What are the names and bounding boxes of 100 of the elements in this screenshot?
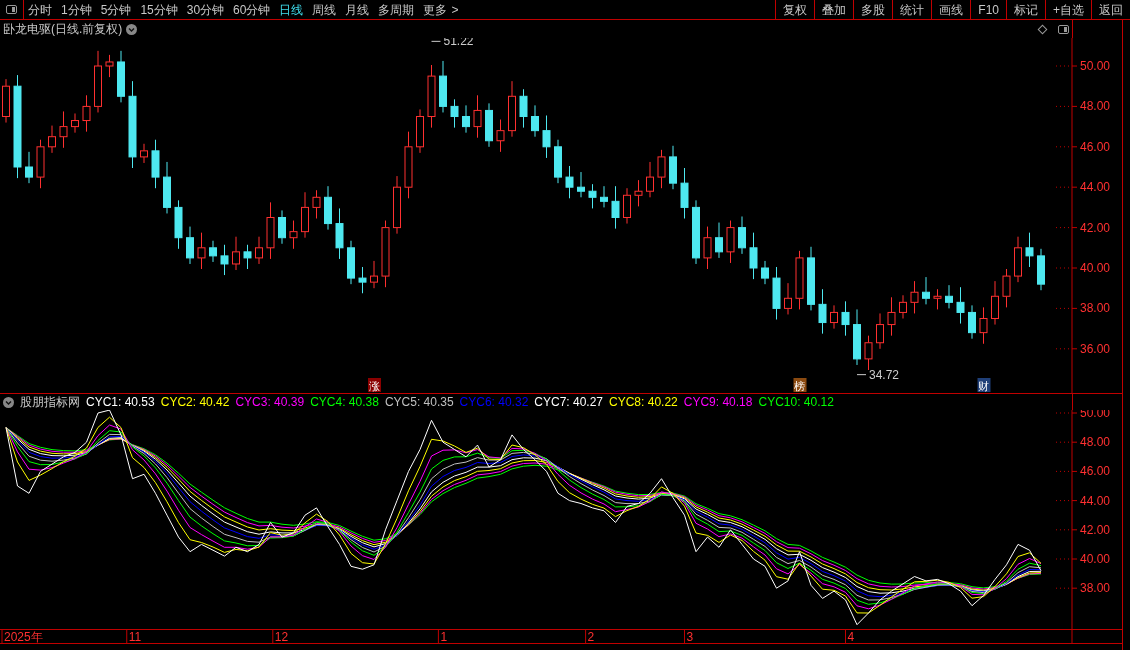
candlestick <box>381 220 390 288</box>
axis-label: 36.00 <box>1080 341 1111 356</box>
candlestick <box>427 64 436 129</box>
period-tab[interactable]: 日线 <box>279 0 304 19</box>
period-tab[interactable]: 1分钟 <box>61 0 92 19</box>
panel-toggle-icon[interactable] <box>1058 24 1069 34</box>
candlestick <box>301 191 309 239</box>
chart-title: 卧龙电驱(日线.前复权) <box>3 21 123 38</box>
axis-label: 2 <box>587 630 595 644</box>
period-tab[interactable]: 30分钟 <box>186 0 225 19</box>
period-tab[interactable]: 15分钟 <box>140 0 178 19</box>
candlestick <box>243 244 252 270</box>
candlestick <box>209 240 217 263</box>
axis-label: 42.00 <box>1080 220 1111 235</box>
candlestick <box>358 266 367 294</box>
candlestick <box>577 171 585 198</box>
candlestick <box>347 240 355 285</box>
candlestick <box>370 260 378 289</box>
toolbar-button[interactable]: 返回 <box>1091 0 1130 19</box>
candlestick <box>496 119 505 153</box>
period-tab[interactable]: 分时 <box>28 0 52 19</box>
candlestick <box>933 288 942 310</box>
candlestick <box>485 102 493 148</box>
period-tab[interactable]: 周线 <box>312 0 337 19</box>
candlestick <box>1025 232 1034 268</box>
candlestick <box>508 80 516 138</box>
candlestick <box>1037 248 1045 291</box>
toolbar-button[interactable]: F10 <box>970 0 1006 19</box>
axis-label: 50.00 <box>1080 59 1111 73</box>
candlestick <box>807 246 815 311</box>
candlestick <box>450 98 459 129</box>
toolbar-button[interactable]: 复权 <box>775 0 815 19</box>
legend-value: CYC1: 40.53 <box>86 394 155 411</box>
candlestick <box>25 151 33 184</box>
chevron-icon[interactable]: > <box>451 0 459 19</box>
toolbar-button[interactable]: 统计 <box>892 0 932 19</box>
period-tab[interactable]: 60分钟 <box>233 0 271 19</box>
candlestick <box>312 189 321 219</box>
candlestick <box>818 288 827 335</box>
axis-label: 44.00 <box>1080 493 1111 508</box>
toolbar-button[interactable]: +自选 <box>1045 0 1091 19</box>
candlestick <box>266 201 275 260</box>
axis-label: 1 <box>440 630 448 644</box>
candlestick <box>174 199 183 250</box>
candlestick <box>853 308 861 366</box>
axis-label: 4 <box>847 630 855 644</box>
event-marker[interactable]: 涨 <box>368 378 381 392</box>
candlestick <box>94 50 102 113</box>
leader-line <box>431 40 441 42</box>
legend-value: CYC3: 40.39 <box>235 394 305 411</box>
candlestick <box>634 179 643 207</box>
candlestick <box>991 280 999 326</box>
candlestick <box>749 232 758 280</box>
candlestick <box>220 244 229 276</box>
toolbar-button[interactable]: 多股 <box>853 0 893 19</box>
axis-label: 46.00 <box>1080 139 1111 154</box>
axis-label: 40.00 <box>1080 552 1111 566</box>
panel-toggle-icon[interactable] <box>6 5 17 14</box>
candlestick <box>623 187 631 225</box>
period-tab[interactable]: 月线 <box>345 0 370 19</box>
candlestick <box>335 207 344 260</box>
period-tab[interactable]: 更多 <box>423 0 448 19</box>
candlestick <box>439 60 447 113</box>
indicator-title: 股朋指标网 <box>20 394 80 411</box>
candlestick <box>140 143 148 164</box>
period-tab[interactable]: 5分钟 <box>100 0 132 19</box>
axis-label: 12 <box>274 630 289 644</box>
candlestick <box>289 220 298 250</box>
dropdown-icon[interactable] <box>3 396 14 408</box>
candlestick <box>542 115 551 159</box>
axis-label: 46.00 <box>1080 464 1111 479</box>
candlestick <box>565 165 574 199</box>
axis-label: 42.00 <box>1080 522 1111 537</box>
candlestick <box>876 312 884 350</box>
candlestick <box>830 304 838 330</box>
axis-label: 44.00 <box>1080 180 1111 195</box>
legend-value: CYC10: 40.12 <box>758 394 834 411</box>
event-marker[interactable]: 榜 <box>793 378 807 392</box>
toolbar-button[interactable]: 标记 <box>1006 0 1045 19</box>
period-tab[interactable]: 多周期 <box>378 0 415 19</box>
candlestick <box>324 185 332 231</box>
candlestick <box>105 54 114 78</box>
dropdown-icon[interactable] <box>126 23 138 35</box>
toolbar-button[interactable]: 画线 <box>931 0 971 19</box>
price-label: 34.72 <box>869 367 900 382</box>
candlestick <box>600 185 608 208</box>
axis-label: 48.00 <box>1080 99 1111 114</box>
candlestick <box>910 280 919 314</box>
axis-label: 38.00 <box>1080 581 1111 596</box>
candlestick <box>531 104 539 138</box>
candlestick <box>393 175 401 235</box>
candlestick <box>646 161 654 198</box>
toolbar-button[interactable]: 叠加 <box>814 0 854 19</box>
event-marker[interactable]: 财 <box>977 378 991 392</box>
candlestick <box>473 94 482 139</box>
candlestick <box>255 236 263 265</box>
candlestick <box>761 260 769 285</box>
candlestick <box>117 50 125 103</box>
candlestick <box>841 300 850 337</box>
candlestick <box>1014 236 1022 283</box>
